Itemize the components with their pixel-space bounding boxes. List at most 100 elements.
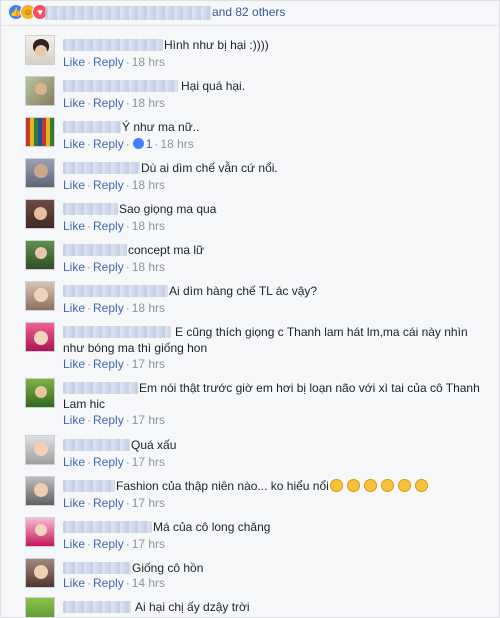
comment-text: Em nói thật trước giờ em hơi bị loạn não… [63,381,480,411]
reactions-summary[interactable]: 👍 ☺ ♥ and 82 others [1,1,499,26]
like-link[interactable]: Like [63,496,85,510]
avatar[interactable] [25,240,55,270]
like-link[interactable]: Like [63,576,85,590]
blurred-author-name[interactable] [63,80,178,92]
comment-text-content: Fashion của thập niên nào... ko hiểu nổi [116,479,329,493]
timestamp[interactable]: 18 hrs [132,260,165,274]
blurred-author-name[interactable] [63,162,140,174]
separator: · [87,137,92,151]
reaction-count[interactable]: 1 [146,137,153,151]
reply-link[interactable]: Reply [93,219,124,233]
timestamp[interactable]: 17 hrs [132,413,165,427]
reply-link[interactable]: Reply [93,178,124,192]
thinking-emoji-icon [363,479,377,492]
like-link[interactable]: Like [63,357,85,371]
timestamp[interactable]: 18 hrs [132,96,165,110]
like-link[interactable]: Like [63,219,85,233]
timestamp[interactable]: 18 hrs [160,137,193,151]
comment-text: Ý như ma nữ.. [122,120,200,134]
avatar[interactable] [25,476,55,506]
blurred-author-name[interactable] [63,39,163,51]
avatar[interactable] [25,597,55,617]
comment-text: Hại quá hại. [181,79,246,93]
avatar[interactable] [25,281,55,311]
thinking-emoji-icon [397,479,411,492]
like-link[interactable]: Like [63,455,85,469]
separator: · [87,96,92,110]
comment-actions: Like · Reply · 17 hrs [63,357,165,371]
blurred-author-name[interactable] [63,521,152,533]
reply-link[interactable]: Reply [93,576,124,590]
separator: · [87,496,92,510]
comment-actions: Like · Reply · 17 hrs [63,496,165,510]
others-count-link[interactable]: and 82 others [212,5,285,19]
separator: · [125,455,130,469]
blurred-author-name[interactable] [63,601,131,613]
separator: · [125,219,130,233]
timestamp[interactable]: 17 hrs [132,496,165,510]
comment-actions: Like · Reply · 14 hrs [63,576,165,590]
blurred-author-name[interactable] [63,480,115,492]
comment-actions: Like · Reply · 17 hrs [63,455,165,469]
avatar[interactable] [25,199,55,229]
avatar[interactable] [25,35,55,65]
timestamp[interactable]: 18 hrs [132,219,165,233]
blurred-author-name[interactable] [63,439,130,451]
comment-actions: Like · Reply · 1 · 18 hrs [63,137,194,151]
reply-link[interactable]: Reply [93,455,124,469]
reply-link[interactable]: Reply [93,496,124,510]
separator: · [87,178,92,192]
reply-link[interactable]: Reply [93,537,124,551]
separator: · [125,96,130,110]
blurred-author-name[interactable] [63,121,121,133]
reply-link[interactable]: Reply [93,137,124,151]
reply-link[interactable]: Reply [93,55,124,69]
like-link[interactable]: Like [63,537,85,551]
like-link[interactable]: Like [63,55,85,69]
separator: · [87,455,92,469]
like-link[interactable]: Like [63,301,85,315]
reply-link[interactable]: Reply [93,301,124,315]
timestamp[interactable]: 14 hrs [132,576,165,590]
separator: · [125,301,130,315]
avatar[interactable] [25,517,55,547]
blurred-author-name[interactable] [63,285,168,297]
reply-link[interactable]: Reply [93,96,124,110]
reply-link[interactable]: Reply [93,413,124,427]
avatar[interactable] [25,158,55,188]
like-link[interactable]: Like [63,137,85,151]
separator: · [125,496,130,510]
timestamp[interactable]: 18 hrs [132,178,165,192]
avatar[interactable] [25,558,55,588]
avatar[interactable] [25,76,55,106]
avatar[interactable] [25,435,55,465]
comment-text: Má của cô long chăng [153,520,271,534]
blurred-names [45,6,211,20]
comment-actions: Like · Reply · 17 hrs [63,537,165,551]
timestamp[interactable]: 17 hrs [132,455,165,469]
comment-text: Fashion của thập niên nào... ko hiểu nổi [116,478,428,494]
like-link[interactable]: Like [63,96,85,110]
comment-text: Quá xấu [131,438,177,452]
thinking-emoji-icon [414,479,428,492]
timestamp[interactable]: 17 hrs [132,357,165,371]
avatar[interactable] [25,378,55,408]
avatar[interactable] [25,117,55,147]
avatar[interactable] [25,322,55,352]
comment-text: Ai dìm hàng chế TL ác vậy? [169,284,318,298]
comment-text: concept ma lữ [128,243,205,257]
reply-link[interactable]: Reply [93,260,124,274]
like-link[interactable]: Like [63,178,85,192]
blurred-author-name[interactable] [63,562,131,574]
comment-actions: Like · Reply · 18 hrs [63,96,165,110]
blurred-author-name[interactable] [63,244,127,256]
like-link[interactable]: Like [63,260,85,274]
timestamp[interactable]: 17 hrs [132,537,165,551]
reply-link[interactable]: Reply [93,357,124,371]
like-link[interactable]: Like [63,413,85,427]
separator: · [125,137,130,151]
timestamp[interactable]: 18 hrs [132,55,165,69]
comment-text: Dù ai dìm chế vẫn cứ nổi. [141,161,278,175]
timestamp[interactable]: 18 hrs [132,301,165,315]
blurred-author-name[interactable] [63,203,118,215]
